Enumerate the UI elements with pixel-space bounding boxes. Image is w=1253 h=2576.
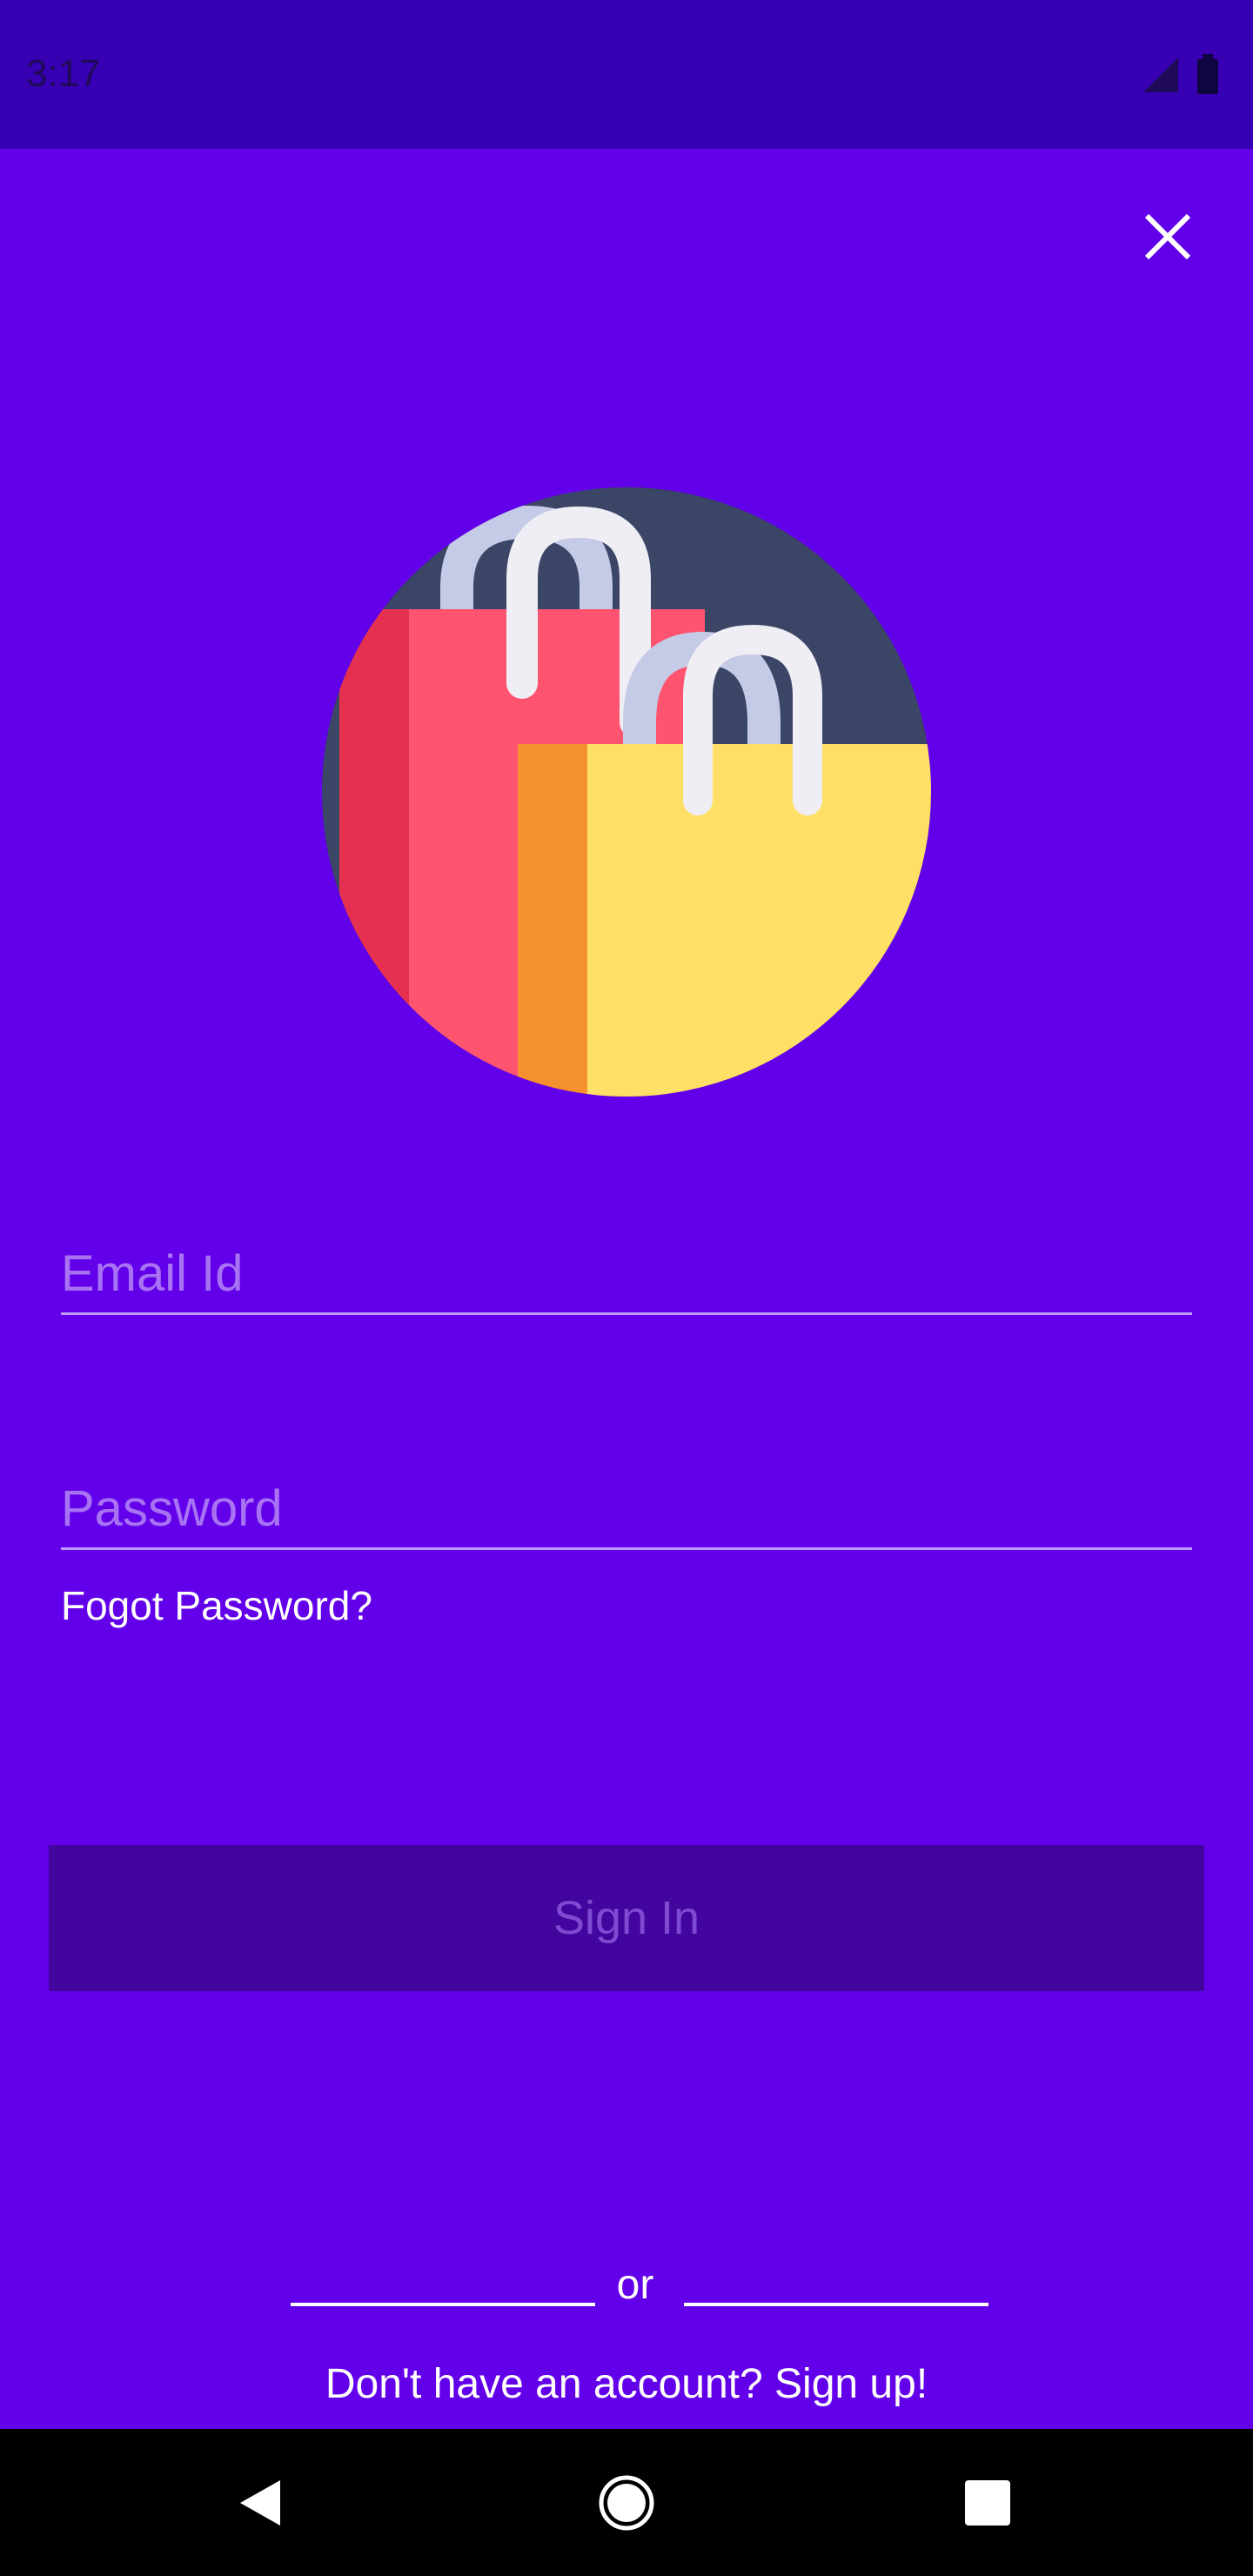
divider-text: or [616, 2262, 654, 2308]
sign-in-label: Sign In [553, 1892, 700, 1944]
status-bar: 3:17 [0, 0, 1253, 149]
home-button[interactable] [587, 2464, 666, 2542]
forgot-password-link[interactable]: Fogot Password? [61, 1582, 372, 1629]
back-button[interactable] [222, 2464, 300, 2542]
email-field [61, 1234, 1192, 1315]
back-icon [240, 2480, 280, 2526]
signal-icon [1143, 57, 1178, 92]
recents-button[interactable] [948, 2464, 1027, 2542]
password-input[interactable] [61, 1469, 1192, 1547]
divider-line-left [291, 2303, 595, 2306]
recents-icon [965, 2480, 1010, 2526]
navigation-bar [0, 2429, 1253, 2576]
email-input[interactable] [61, 1234, 1192, 1312]
password-field [61, 1469, 1192, 1550]
sign-in-button[interactable]: Sign In [49, 1845, 1204, 1991]
status-icons [1135, 54, 1230, 96]
email-underline [61, 1312, 1192, 1315]
close-icon [1144, 213, 1191, 260]
password-underline [61, 1547, 1192, 1550]
or-divider: or [287, 2252, 988, 2308]
sign-up-link[interactable]: Don't have an account? Sign up! [0, 2360, 1253, 2408]
home-icon [599, 2475, 654, 2531]
battery-icon [1197, 54, 1218, 94]
shopping-bags-illustration [313, 487, 940, 1114]
divider-line-right [684, 2303, 988, 2306]
status-time: 3:17 [26, 52, 101, 95]
close-button[interactable] [1131, 200, 1204, 273]
